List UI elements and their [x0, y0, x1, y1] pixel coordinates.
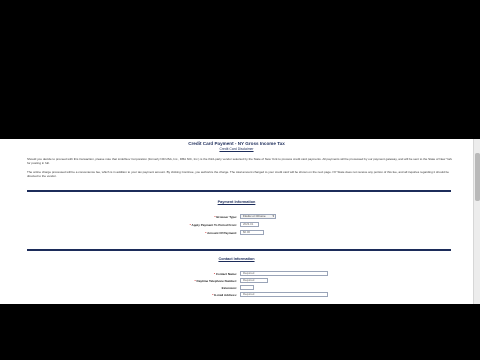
amount-row: * Amount Of Payment: $0.00 [0, 230, 473, 237]
browser-type-value: Firefox or Chrome [243, 214, 266, 218]
phone-input[interactable]: Required [240, 278, 268, 283]
section-divider-payment [27, 190, 451, 192]
scrollbar-thumb[interactable] [475, 153, 480, 201]
extension-label: Extension: [221, 286, 237, 290]
phone-label: * Daytime Telephone Number: [194, 279, 237, 283]
amount-input[interactable]: $0.00 [240, 230, 264, 235]
page-title: Credit Card Payment - NY Gross Income Ta… [188, 141, 285, 146]
apply-period-input[interactable]: 2023-01 [240, 222, 259, 227]
browser-page: Credit Card Payment - NY Gross Income Ta… [0, 139, 480, 304]
email-input[interactable]: Required [240, 292, 328, 297]
email-row: * E-mail Address: Required [0, 292, 473, 299]
browser-type-label: * Browser Type: [214, 215, 237, 219]
chevron-down-icon: ▾ [272, 214, 274, 218]
browser-type-row: * Browser Type: Firefox or Chrome ▾ [0, 214, 473, 221]
intro-paragraph-1: Should you decide to proceed with this t… [27, 157, 452, 165]
payment-section-heading: Payment Information [217, 200, 256, 204]
extension-input[interactable] [240, 285, 254, 290]
amount-label: * Amount Of Payment: [205, 231, 237, 235]
email-label: * E-mail Address: [212, 293, 237, 297]
contact-name-row: * Contact Name: Required [0, 271, 473, 278]
section-divider-contact [27, 249, 451, 251]
letterbox-bottom [0, 304, 480, 360]
intro-paragraph-2: The online charge processed will be a co… [27, 170, 449, 178]
disclaimer-link[interactable]: Credit Card Disclaimer [0, 147, 473, 151]
page-viewport: Credit Card Payment - NY Gross Income Ta… [0, 139, 473, 304]
letterbox-top [0, 0, 480, 139]
extension-row: Extension: [0, 285, 473, 292]
apply-period-row: * Apply Payment To Period From: 2023-01 [0, 222, 473, 229]
browser-type-select[interactable]: Firefox or Chrome ▾ [240, 214, 276, 219]
vertical-scrollbar[interactable] [473, 139, 480, 304]
contact-name-input[interactable]: Required [240, 271, 328, 276]
contact-section-heading: Contact Information [218, 257, 255, 261]
phone-row: * Daytime Telephone Number: Required [0, 278, 473, 285]
contact-name-label: * Contact Name: [213, 272, 237, 276]
apply-period-label: * Apply Payment To Period From: [189, 223, 237, 227]
